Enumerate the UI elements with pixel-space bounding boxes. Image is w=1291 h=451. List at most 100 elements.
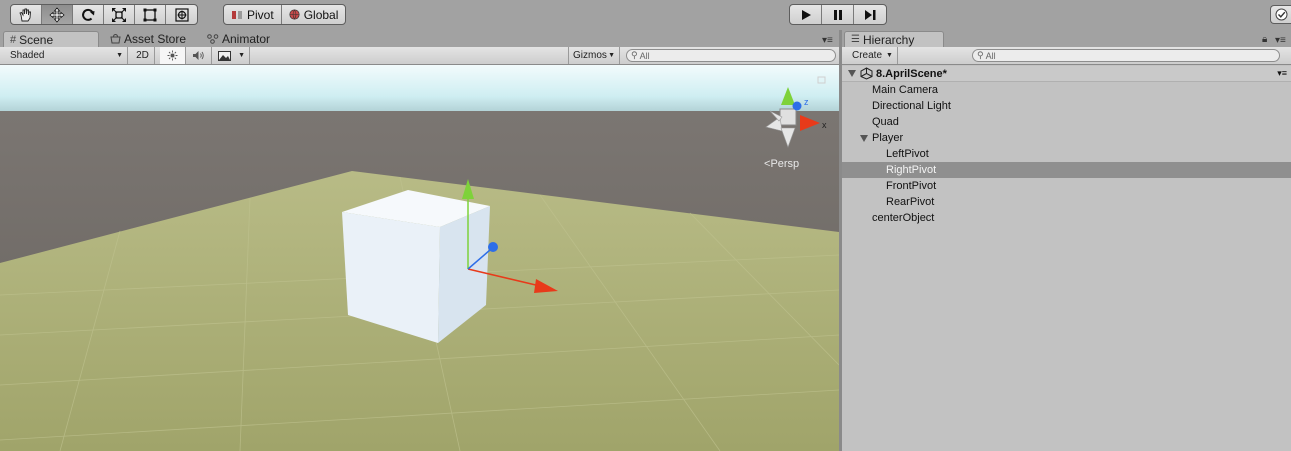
move-tool-button[interactable]: [42, 5, 73, 24]
create-label: Create: [852, 50, 883, 61]
list-item[interactable]: LeftPivot: [842, 146, 1291, 162]
rect-icon: [143, 8, 157, 21]
gizmos-dropdown[interactable]: Gizmos ▼: [568, 47, 620, 64]
scene-viewport[interactable]: z x <Persp: [0, 65, 839, 451]
hierarchy-search-placeholder: All: [985, 50, 996, 61]
lock-icon[interactable]: 🔒︎: [1262, 34, 1267, 45]
list-item[interactable]: centerObject: [842, 210, 1291, 226]
hierarchy-panel: ☰ Hierarchy 🔒︎ ▾≡ Create ▼ ⚲ All 8.April…: [842, 30, 1291, 451]
hierarchy-panel-menu-icon[interactable]: ▾≡: [1275, 35, 1286, 46]
move-arrows-icon: [49, 6, 65, 23]
chevron-down-icon: ▼: [886, 52, 893, 59]
scene-options-icon[interactable]: ▾≡: [1277, 68, 1287, 79]
hand-icon: [19, 8, 31, 21]
chevron-down-icon: ▼: [608, 52, 615, 59]
mode-2d-toggle[interactable]: 2D: [131, 47, 155, 64]
rotate-icon: [82, 8, 95, 21]
transform-tools: [10, 4, 198, 25]
global-toggle[interactable]: Global: [282, 5, 346, 24]
rect-tool-button[interactable]: [135, 5, 166, 24]
scene-toolbar: Shaded ▼ 2D ▼ Gizmos ▼ ⚲ All: [0, 47, 839, 65]
scene-panel-menu-icon[interactable]: ▾≡: [822, 35, 833, 46]
shading-mode-dropdown[interactable]: Shaded ▼: [0, 47, 128, 64]
list-item[interactable]: FrontPivot: [842, 178, 1291, 194]
tab-scene-label: Scene: [19, 32, 54, 47]
scene-tabbar: # Scene Asset Store Animator ▾≡: [0, 30, 839, 47]
gizmos-label: Gizmos: [573, 50, 607, 61]
grid-icon: #: [10, 33, 17, 46]
pivot-label: Pivot: [247, 7, 274, 22]
globe-icon: [289, 9, 300, 20]
item-label: LeftPivot: [886, 148, 929, 160]
list-item[interactable]: RearPivot: [842, 194, 1291, 210]
chevron-down-icon: ▼: [116, 52, 123, 59]
scene-search-input[interactable]: ⚲ All: [626, 49, 836, 62]
play-button[interactable]: [790, 5, 822, 24]
tab-hierarchy-label: Hierarchy: [862, 32, 915, 47]
hand-tool-button[interactable]: [11, 5, 42, 24]
playback-controls: [789, 4, 887, 25]
list-item[interactable]: Quad: [842, 114, 1291, 130]
store-icon: [110, 34, 121, 44]
tab-hierarchy[interactable]: ☰ Hierarchy: [844, 31, 944, 47]
scene-panel: # Scene Asset Store Animator ▾≡ Shaded ▼…: [0, 30, 839, 451]
sky: [0, 65, 839, 117]
scale-icon: [112, 7, 126, 22]
tab-animator[interactable]: Animator: [201, 31, 276, 47]
play-icon: [801, 9, 811, 20]
list-item[interactable]: Directional Light: [842, 98, 1291, 114]
global-label: Global: [303, 7, 339, 22]
list-item-selected[interactable]: RightPivot: [842, 162, 1291, 178]
pivot-toggle[interactable]: Pivot: [224, 5, 282, 24]
check-circle-icon: [1275, 8, 1287, 21]
tab-asset-store-label: Asset Store: [124, 32, 187, 46]
animator-icon: [207, 34, 219, 44]
hierarchy-toolbar: Create ▼ ⚲ All: [842, 47, 1291, 65]
item-label: FrontPivot: [886, 180, 937, 192]
scene-root-row[interactable]: 8.AprilScene* ▾≡: [842, 66, 1291, 82]
projection-text: Persp: [770, 158, 800, 170]
scene-effects-dropdown[interactable]: ▼: [214, 47, 250, 64]
scene-search-placeholder: All: [639, 50, 650, 61]
scene-lighting-toggle[interactable]: [160, 47, 186, 64]
tab-asset-store[interactable]: Asset Store: [104, 31, 192, 47]
pause-button[interactable]: [822, 5, 854, 24]
item-label: Player: [872, 132, 904, 144]
pivot-icon: [232, 10, 242, 19]
svg-text:z: z: [804, 97, 809, 107]
list-item[interactable]: Main Camera: [842, 82, 1291, 98]
search-icon: ⚲: [977, 50, 984, 60]
account-button[interactable]: [1270, 5, 1291, 24]
tab-animator-label: Animator: [222, 32, 271, 46]
step-button[interactable]: [854, 5, 886, 24]
speaker-icon: [193, 51, 204, 60]
scene-audio-toggle[interactable]: [186, 47, 212, 64]
projection-label[interactable]: <Persp: [764, 158, 799, 170]
item-label: RearPivot: [886, 196, 935, 208]
scene-name: 8.AprilScene*: [876, 67, 947, 80]
sun-icon: [167, 50, 178, 61]
tab-scene[interactable]: # Scene: [3, 31, 99, 47]
scale-tool-button[interactable]: [104, 5, 135, 24]
shading-mode-value: Shaded: [10, 50, 45, 61]
transform-tool-button[interactable]: [166, 5, 197, 24]
scene-render: z x: [0, 65, 839, 451]
hierarchy-search-input[interactable]: ⚲ All: [972, 49, 1280, 62]
search-icon: ⚲: [631, 50, 638, 60]
svg-text:x: x: [822, 120, 827, 130]
item-label: centerObject: [872, 212, 935, 224]
rotate-tool-button[interactable]: [73, 5, 104, 24]
transform-icon: [174, 7, 189, 22]
item-label: Directional Light: [872, 100, 951, 112]
hierarchy-tabbar: ☰ Hierarchy 🔒︎ ▾≡: [842, 30, 1291, 47]
create-dropdown[interactable]: Create ▼: [842, 47, 898, 64]
expand-triangle-icon[interactable]: [860, 134, 868, 142]
list-icon: ☰: [851, 34, 860, 45]
expand-triangle-icon: [848, 70, 856, 77]
item-label: Quad: [872, 116, 899, 128]
unity-scene-icon: [860, 67, 873, 80]
step-icon: [865, 9, 876, 20]
list-item[interactable]: Player: [842, 130, 1291, 146]
main-toolbar: Pivot Global: [0, 0, 1291, 30]
item-label: Main Camera: [872, 84, 939, 96]
